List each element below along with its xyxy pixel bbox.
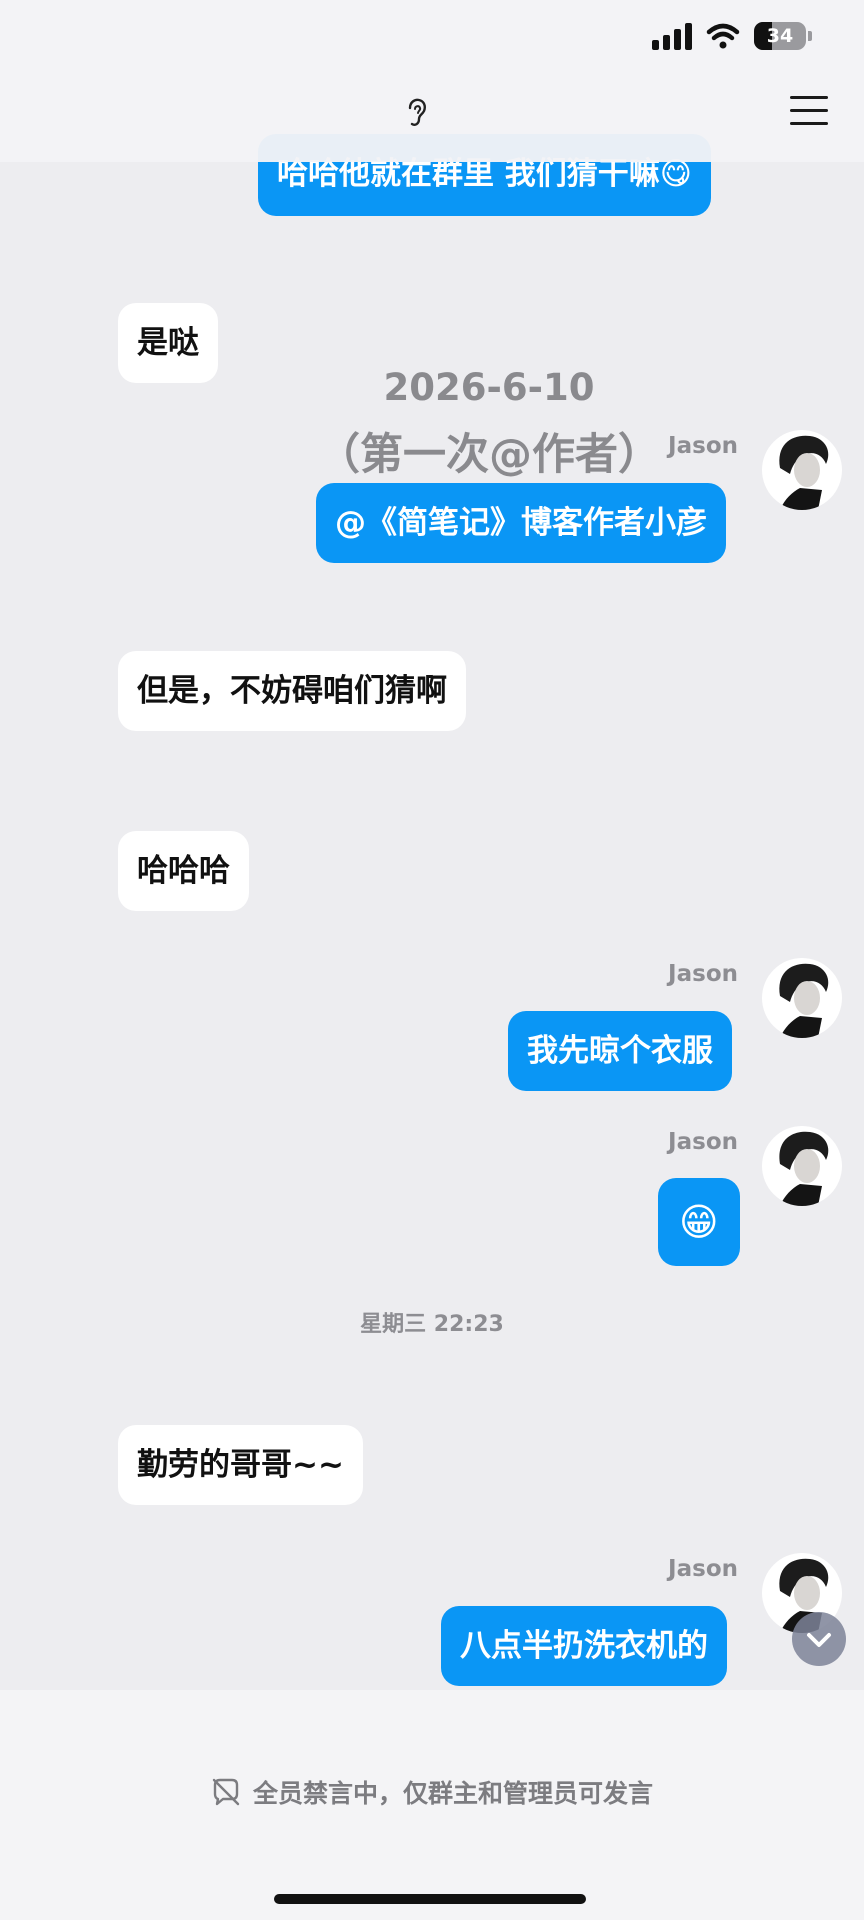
top-bar: 34: [0, 0, 864, 162]
cellular-signal-icon: [652, 22, 692, 50]
avatar-image: [779, 435, 829, 510]
message-bubble-outgoing[interactable]: 😁: [658, 1178, 740, 1266]
grin-emoji: 😁: [679, 1200, 719, 1244]
message-bubble-incoming[interactable]: 勤劳的哥哥~~: [118, 1425, 363, 1505]
message-bubble-incoming[interactable]: 哈哈哈: [118, 831, 249, 911]
chat-screen: 哈哈他就在群里 我们猜干嘛😋 是哒 2026-6-10 （第一次@作者） Jas…: [0, 0, 864, 1920]
sender-name: Jason: [668, 1129, 738, 1155]
muted-icon: [212, 1778, 240, 1806]
status-bar-indicators: 34: [652, 22, 812, 50]
message-bubble-outgoing[interactable]: 八点半扔洗衣机的: [441, 1606, 727, 1686]
message-text: 八点半扔洗衣机的: [460, 1628, 708, 1664]
avatar[interactable]: [762, 430, 842, 510]
scroll-to-bottom-button[interactable]: [792, 1612, 846, 1666]
message-bubble-outgoing[interactable]: @《简笔记》博客作者小彦: [316, 483, 726, 563]
wifi-icon: [706, 23, 740, 49]
avatar[interactable]: [762, 1126, 842, 1206]
message-list[interactable]: 哈哈他就在群里 我们猜干嘛😋 是哒 2026-6-10 （第一次@作者） Jas…: [0, 0, 864, 1690]
message-bubble-incoming[interactable]: 但是，不妨碍咱们猜啊: [118, 651, 466, 731]
message-text: @《简笔记》博客作者小彦: [335, 505, 707, 541]
avatar-image: [779, 963, 829, 1038]
battery-cap: [808, 31, 812, 41]
date-annotation-note: （第一次@作者）: [317, 430, 661, 480]
avatar[interactable]: [762, 958, 842, 1038]
mute-notice: 全员禁言中，仅群主和管理员可发言: [0, 1774, 864, 1810]
chevron-down-icon: [807, 1633, 831, 1647]
message-bubble-incoming[interactable]: 是哒: [118, 303, 218, 383]
message-text: 我先晾个衣服: [527, 1033, 713, 1069]
message-text: 哈哈哈: [137, 853, 230, 889]
message-text: 是哒: [137, 325, 199, 361]
message-text: 但是，不妨碍咱们猜啊: [137, 673, 447, 709]
home-indicator[interactable]: [274, 1894, 586, 1904]
avatar-image: [779, 1131, 829, 1206]
ear-icon[interactable]: [406, 98, 428, 132]
date-annotation: 2026-6-10: [383, 366, 595, 409]
timestamp-separator: 星期三 22:23: [360, 1312, 504, 1337]
menu-icon[interactable]: [790, 96, 828, 135]
sender-name: Jason: [668, 433, 738, 459]
sender-name: Jason: [668, 1556, 738, 1582]
battery-icon: 34: [754, 22, 806, 50]
battery-level: 34: [766, 25, 794, 47]
message-bubble-outgoing[interactable]: 我先晾个衣服: [508, 1011, 732, 1091]
mute-notice-text: 全员禁言中，仅群主和管理员可发言: [252, 1779, 653, 1808]
message-text: 勤劳的哥哥~~: [137, 1447, 344, 1483]
sender-name: Jason: [668, 961, 738, 987]
footer-muted-bar: 全员禁言中，仅群主和管理员可发言: [0, 1690, 864, 1920]
